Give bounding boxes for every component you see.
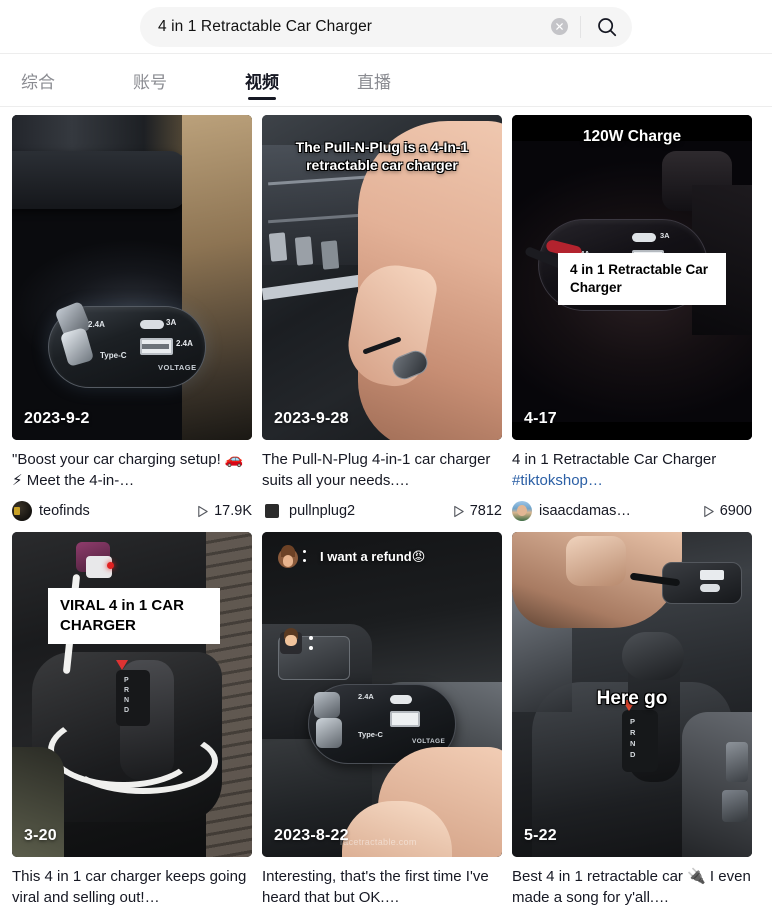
video-card[interactable]: 3A 2.4A 2.4A Type-C VOLTAGE 2023-9-2 "Bo… [12, 115, 252, 522]
video-overlay-caption: I want a refund😡 [320, 549, 426, 564]
video-description: "Boost your car charging setup! 🚗⚡ Meet … [12, 451, 244, 489]
search-result-tabs: 综合 账号 视频 直播 [0, 54, 772, 106]
video-play-count: 7812 [452, 503, 502, 519]
description-hashtag[interactable]: #tiktokshop… [512, 472, 603, 489]
avatar[interactable] [262, 501, 282, 521]
tab-label: 账号 [133, 72, 167, 92]
thumbnail-image: 3A 2.4A 2.4A Type-C VOLTAGE [12, 115, 252, 440]
video-meta: isaacdamas… 6900 [512, 500, 752, 522]
video-watermark: racetractable.com [340, 837, 417, 847]
search-bar[interactable] [140, 6, 632, 47]
video-description: The Pull-N-Plug 4-in-1 car charger suits… [262, 451, 491, 489]
video-description: This 4 in 1 car charger keeps going vira… [12, 868, 247, 906]
video-date: 2023-9-2 [24, 410, 90, 427]
play-count-value: 7812 [469, 503, 502, 519]
video-date: 2023-8-22 [274, 827, 349, 844]
tab-label: 直播 [357, 72, 391, 92]
video-card[interactable]: 3A 2.4A 2.4A 120v 120W Charge 4 in 1 Ret… [512, 115, 752, 522]
video-thumbnail[interactable]: 3A 2.4A 2.4A 120v 120W Charge 4 in 1 Ret… [512, 115, 752, 440]
video-date: 5-22 [524, 827, 557, 844]
tab-label: 视频 [245, 72, 279, 92]
search-header [0, 0, 772, 53]
thumbnail-image: PRND [12, 532, 252, 857]
video-thumbnail[interactable]: The Pull-N-Plug is a 4-In-1 retractable … [262, 115, 502, 440]
video-overlay-textbox: 4 in 1 Retractable Car Charger [551, 245, 733, 313]
tab-shipin[interactable]: 视频 [224, 54, 300, 106]
play-count-value: 17.9K [214, 503, 252, 519]
video-overlay-textbox: VIRAL 4 in 1 CAR CHARGER [41, 581, 227, 651]
video-results-grid: 3A 2.4A 2.4A Type-C VOLTAGE 2023-9-2 "Bo… [0, 107, 772, 908]
description-text: 4 in 1 Retractable Car Charger [512, 451, 717, 468]
video-card[interactable]: PRND VIRAL 4 in 1 CAR CHARGER 3-20 This … [12, 532, 252, 908]
video-overlay-caption: Here go [596, 688, 668, 709]
video-author[interactable]: pullnplug2 [289, 503, 444, 519]
video-thumbnail[interactable]: 2.4A Type-C VOLTAGE I want a refund😡 rac… [262, 532, 502, 857]
video-date: 2023-9-28 [274, 410, 349, 427]
tab-zhanghao[interactable]: 账号 [112, 54, 188, 106]
video-overlay-textbox-wrap: VIRAL 4 in 1 CAR CHARGER [41, 581, 227, 651]
active-tab-underline [248, 97, 276, 100]
play-icon [703, 505, 714, 517]
video-play-count: 17.9K [196, 503, 252, 519]
video-date: 3-20 [24, 827, 57, 844]
avatar[interactable] [512, 501, 532, 521]
video-description: 4 in 1 Retractable Car Charger #tiktoksh… [512, 449, 752, 491]
video-author[interactable]: isaacdamas… [539, 503, 694, 519]
video-meta: teofinds 17.9K [12, 500, 252, 522]
video-thumbnail[interactable]: PRND VIRAL 4 in 1 CAR CHARGER 3-20 [12, 532, 252, 857]
video-meta: pullnplug2 7812 [262, 500, 502, 522]
video-description: Interesting, that's the first time I've … [262, 868, 489, 906]
video-card[interactable]: 2.4A Type-C VOLTAGE I want a refund😡 rac… [262, 532, 502, 908]
clear-search-icon[interactable] [551, 18, 568, 35]
video-description: Best 4 in 1 retractable car 🔌 I even mad… [512, 868, 751, 906]
video-overlay-caption: The Pull-N-Plug is a 4-In-1 retractable … [295, 139, 469, 173]
video-card[interactable]: PRND Here go 5-22 Best 4 in 1 retractabl… [512, 532, 752, 908]
search-submit-button[interactable] [592, 12, 622, 42]
search-divider [580, 15, 581, 38]
avatar[interactable] [12, 501, 32, 521]
tab-zhibo[interactable]: 直播 [336, 54, 412, 106]
video-overlay-title: 120W Charge [582, 128, 682, 145]
tab-zonghe[interactable]: 综合 [0, 54, 76, 106]
tab-label: 综合 [21, 72, 55, 92]
video-thumbnail[interactable]: PRND Here go 5-22 [512, 532, 752, 857]
video-overlay-textbox-wrap: 4 in 1 Retractable Car Charger [551, 245, 733, 313]
play-icon [453, 505, 464, 517]
video-thumbnail[interactable]: 3A 2.4A 2.4A Type-C VOLTAGE 2023-9-2 [12, 115, 252, 440]
search-icon [598, 17, 617, 36]
play-count-value: 6900 [719, 503, 752, 519]
video-play-count: 6900 [702, 503, 752, 519]
video-author[interactable]: teofinds [39, 503, 188, 519]
play-icon [198, 505, 208, 517]
search-input[interactable] [158, 17, 551, 36]
thumbnail-image: 2.4A Type-C VOLTAGE [262, 532, 502, 857]
video-date: 4-17 [524, 410, 557, 427]
video-card[interactable]: The Pull-N-Plug is a 4-In-1 retractable … [262, 115, 502, 522]
